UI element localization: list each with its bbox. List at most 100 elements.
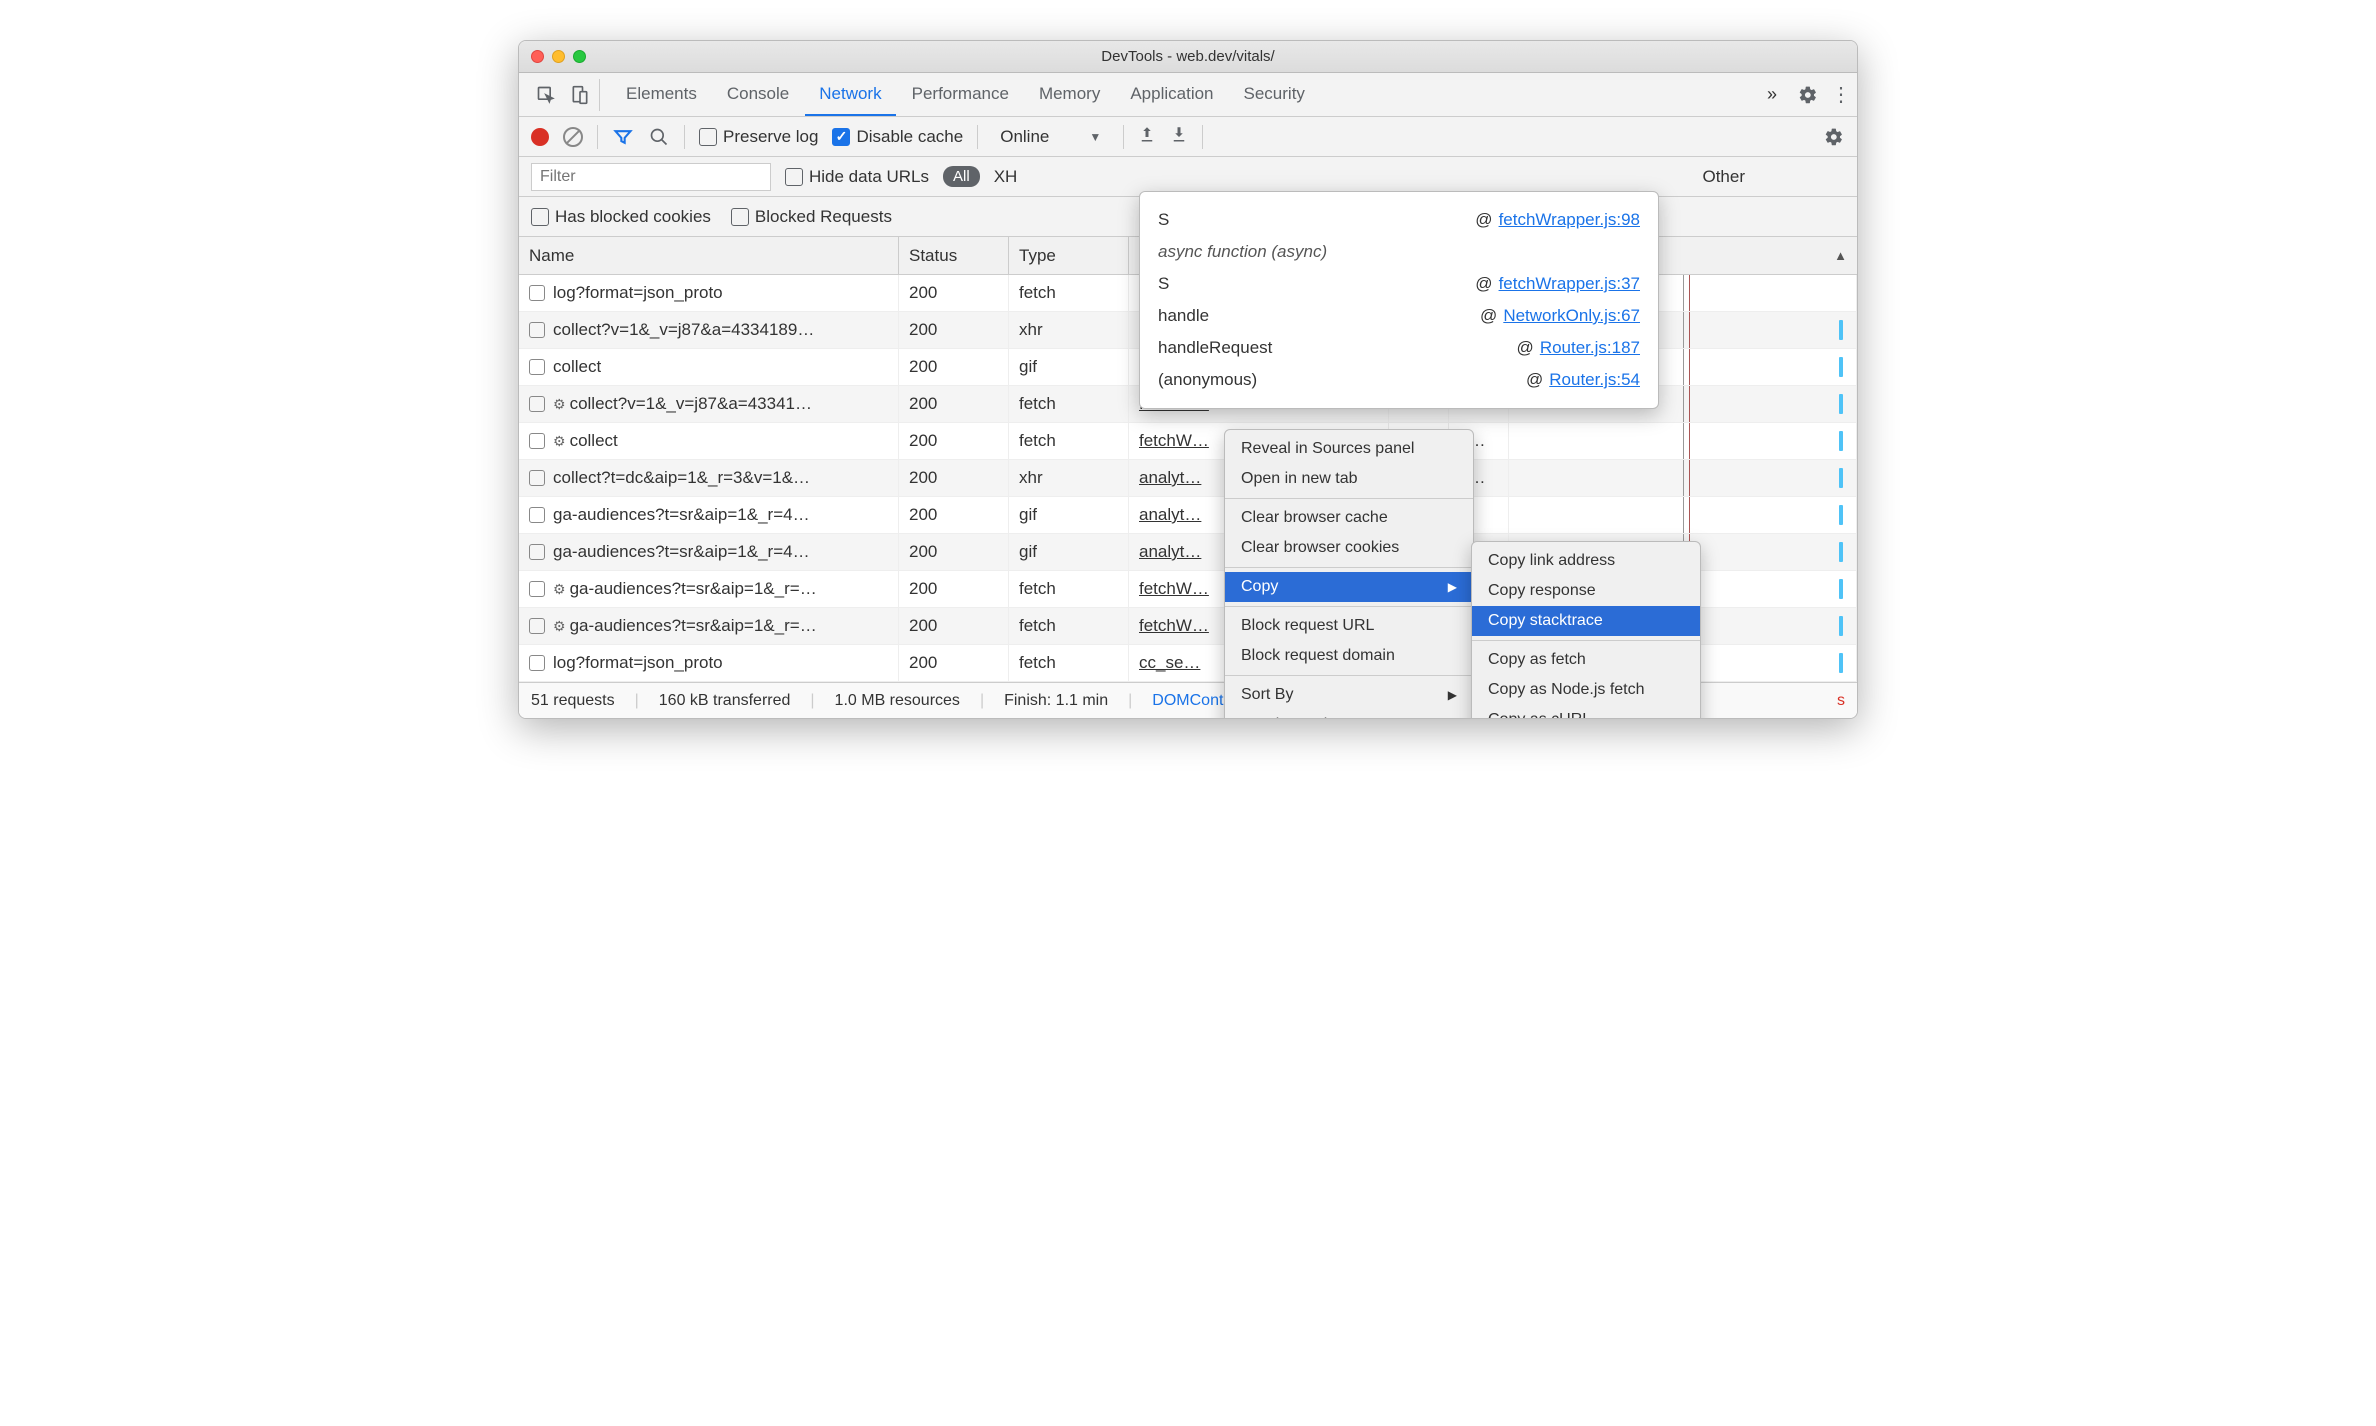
request-name: collect?v=1&_v=j87&a=43341… bbox=[570, 394, 812, 414]
request-status: 200 bbox=[899, 460, 1009, 496]
request-type: gif bbox=[1009, 497, 1129, 533]
header-type[interactable]: Type bbox=[1009, 237, 1129, 274]
network-toolbar: Preserve log Disable cache Online ▼ bbox=[519, 117, 1857, 157]
submenu-arrow-icon: ▶ bbox=[1448, 580, 1457, 594]
status-finish: Finish: 1.1 min bbox=[1004, 692, 1108, 710]
tab-network[interactable]: Network bbox=[805, 74, 895, 116]
menu-sort-by[interactable]: Sort By ▶ bbox=[1225, 680, 1473, 710]
menu-clear-cookies[interactable]: Clear browser cookies bbox=[1225, 533, 1473, 563]
tab-elements[interactable]: Elements bbox=[612, 74, 711, 116]
request-type: gif bbox=[1009, 534, 1129, 570]
tab-performance[interactable]: Performance bbox=[898, 74, 1023, 116]
kebab-menu-icon[interactable]: ⋮ bbox=[1831, 82, 1849, 107]
upload-har-icon[interactable] bbox=[1138, 125, 1156, 148]
submenu-copy-link[interactable]: Copy link address bbox=[1472, 546, 1700, 576]
request-type: xhr bbox=[1009, 312, 1129, 348]
blocked-requests-checkbox[interactable]: Blocked Requests bbox=[731, 207, 892, 227]
close-window-button[interactable] bbox=[531, 50, 544, 63]
service-worker-gear-icon: ⚙ bbox=[553, 581, 566, 598]
stack-source-link[interactable]: NetworkOnly.js:67 bbox=[1503, 306, 1640, 325]
row-checkbox[interactable] bbox=[529, 655, 545, 671]
request-type: fetch bbox=[1009, 571, 1129, 607]
request-status: 200 bbox=[899, 534, 1009, 570]
menu-open-new-tab[interactable]: Open in new tab bbox=[1225, 464, 1473, 494]
menu-block-domain[interactable]: Block request domain bbox=[1225, 641, 1473, 671]
request-status: 200 bbox=[899, 645, 1009, 681]
sort-arrow-icon: ▲ bbox=[1834, 248, 1847, 263]
filter-type-other[interactable]: Other bbox=[1702, 167, 1745, 187]
record-button[interactable] bbox=[531, 128, 549, 146]
submenu-copy-response[interactable]: Copy response bbox=[1472, 576, 1700, 606]
has-blocked-cookies-checkbox[interactable]: Has blocked cookies bbox=[531, 207, 711, 227]
request-status: 200 bbox=[899, 423, 1009, 459]
tab-security[interactable]: Security bbox=[1230, 74, 1319, 116]
menu-reveal-sources[interactable]: Reveal in Sources panel bbox=[1225, 434, 1473, 464]
zoom-window-button[interactable] bbox=[573, 50, 586, 63]
throttling-value: Online bbox=[1000, 127, 1049, 147]
network-settings-gear-icon[interactable] bbox=[1823, 126, 1845, 148]
stack-source-link[interactable]: fetchWrapper.js:37 bbox=[1499, 274, 1640, 293]
minimize-window-button[interactable] bbox=[552, 50, 565, 63]
filter-all-pill[interactable]: All bbox=[943, 166, 980, 187]
search-icon[interactable] bbox=[648, 126, 670, 148]
menu-clear-cache[interactable]: Clear browser cache bbox=[1225, 503, 1473, 533]
request-type: fetch bbox=[1009, 645, 1129, 681]
preserve-log-checkbox[interactable]: Preserve log bbox=[699, 127, 818, 147]
status-requests: 51 requests bbox=[531, 692, 615, 710]
submenu-copy-curl[interactable]: Copy as cURL bbox=[1472, 705, 1700, 719]
row-checkbox[interactable] bbox=[529, 507, 545, 523]
header-name[interactable]: Name bbox=[519, 237, 899, 274]
request-row[interactable]: ga-audiences?t=sr&aip=1&_r=4… 200 gif an… bbox=[519, 497, 1857, 534]
tab-memory[interactable]: Memory bbox=[1025, 74, 1114, 116]
submenu-copy-node-fetch[interactable]: Copy as Node.js fetch bbox=[1472, 675, 1700, 705]
request-name: ga-audiences?t=sr&aip=1&_r=… bbox=[570, 579, 817, 599]
request-status: 200 bbox=[899, 312, 1009, 348]
has-blocked-cookies-label: Has blocked cookies bbox=[555, 207, 711, 227]
stack-source-link[interactable]: Router.js:54 bbox=[1549, 370, 1640, 389]
row-checkbox[interactable] bbox=[529, 285, 545, 301]
tab-console[interactable]: Console bbox=[713, 74, 803, 116]
filter-icon[interactable] bbox=[612, 126, 634, 148]
row-checkbox[interactable] bbox=[529, 433, 545, 449]
tab-application[interactable]: Application bbox=[1116, 74, 1227, 116]
menu-header-options[interactable]: Header Options ▶ bbox=[1225, 710, 1473, 719]
request-status: 200 bbox=[899, 349, 1009, 385]
download-har-icon[interactable] bbox=[1170, 125, 1188, 148]
settings-gear-icon[interactable] bbox=[1797, 84, 1819, 106]
disable-cache-checkbox[interactable]: Disable cache bbox=[832, 127, 963, 147]
menu-copy[interactable]: Copy ▶ bbox=[1225, 572, 1473, 602]
menu-block-url[interactable]: Block request URL bbox=[1225, 611, 1473, 641]
stack-source-link[interactable]: Router.js:187 bbox=[1540, 338, 1640, 357]
divider bbox=[977, 125, 978, 149]
more-tabs-icon[interactable]: » bbox=[1759, 84, 1785, 105]
traffic-lights bbox=[531, 50, 586, 63]
hide-data-urls-checkbox[interactable]: Hide data URLs bbox=[785, 167, 929, 187]
row-checkbox[interactable] bbox=[529, 396, 545, 412]
filter-input[interactable] bbox=[531, 163, 771, 191]
inspect-element-icon[interactable] bbox=[535, 84, 557, 106]
row-checkbox[interactable] bbox=[529, 359, 545, 375]
row-checkbox[interactable] bbox=[529, 544, 545, 560]
device-toggle-icon[interactable] bbox=[569, 84, 591, 106]
header-status[interactable]: Status bbox=[899, 237, 1009, 274]
filter-type-xhr[interactable]: XH bbox=[994, 167, 1018, 187]
menu-separator bbox=[1225, 567, 1473, 568]
stack-source-link[interactable]: fetchWrapper.js:98 bbox=[1499, 210, 1640, 229]
request-row[interactable]: collect?t=dc&aip=1&_r=3&v=1&… 200 xhr an… bbox=[519, 460, 1857, 497]
request-name: ga-audiences?t=sr&aip=1&_r=4… bbox=[553, 505, 810, 525]
request-row[interactable]: ⚙ collect 200 fetch fetchW… 7 B 9… bbox=[519, 423, 1857, 460]
request-waterfall bbox=[1509, 497, 1857, 533]
row-checkbox[interactable] bbox=[529, 581, 545, 597]
row-checkbox[interactable] bbox=[529, 470, 545, 486]
submenu-copy-fetch[interactable]: Copy as fetch bbox=[1472, 645, 1700, 675]
throttling-select[interactable]: Online ▼ bbox=[992, 125, 1109, 149]
menu-separator bbox=[1225, 606, 1473, 607]
menu-separator bbox=[1472, 640, 1700, 641]
submenu-copy-stacktrace[interactable]: Copy stacktrace bbox=[1472, 606, 1700, 636]
blocked-requests-label: Blocked Requests bbox=[755, 207, 892, 227]
row-checkbox[interactable] bbox=[529, 618, 545, 634]
request-name: collect?v=1&_v=j87&a=4334189… bbox=[553, 320, 814, 340]
request-waterfall bbox=[1509, 460, 1857, 496]
clear-button[interactable] bbox=[563, 127, 583, 147]
row-checkbox[interactable] bbox=[529, 322, 545, 338]
